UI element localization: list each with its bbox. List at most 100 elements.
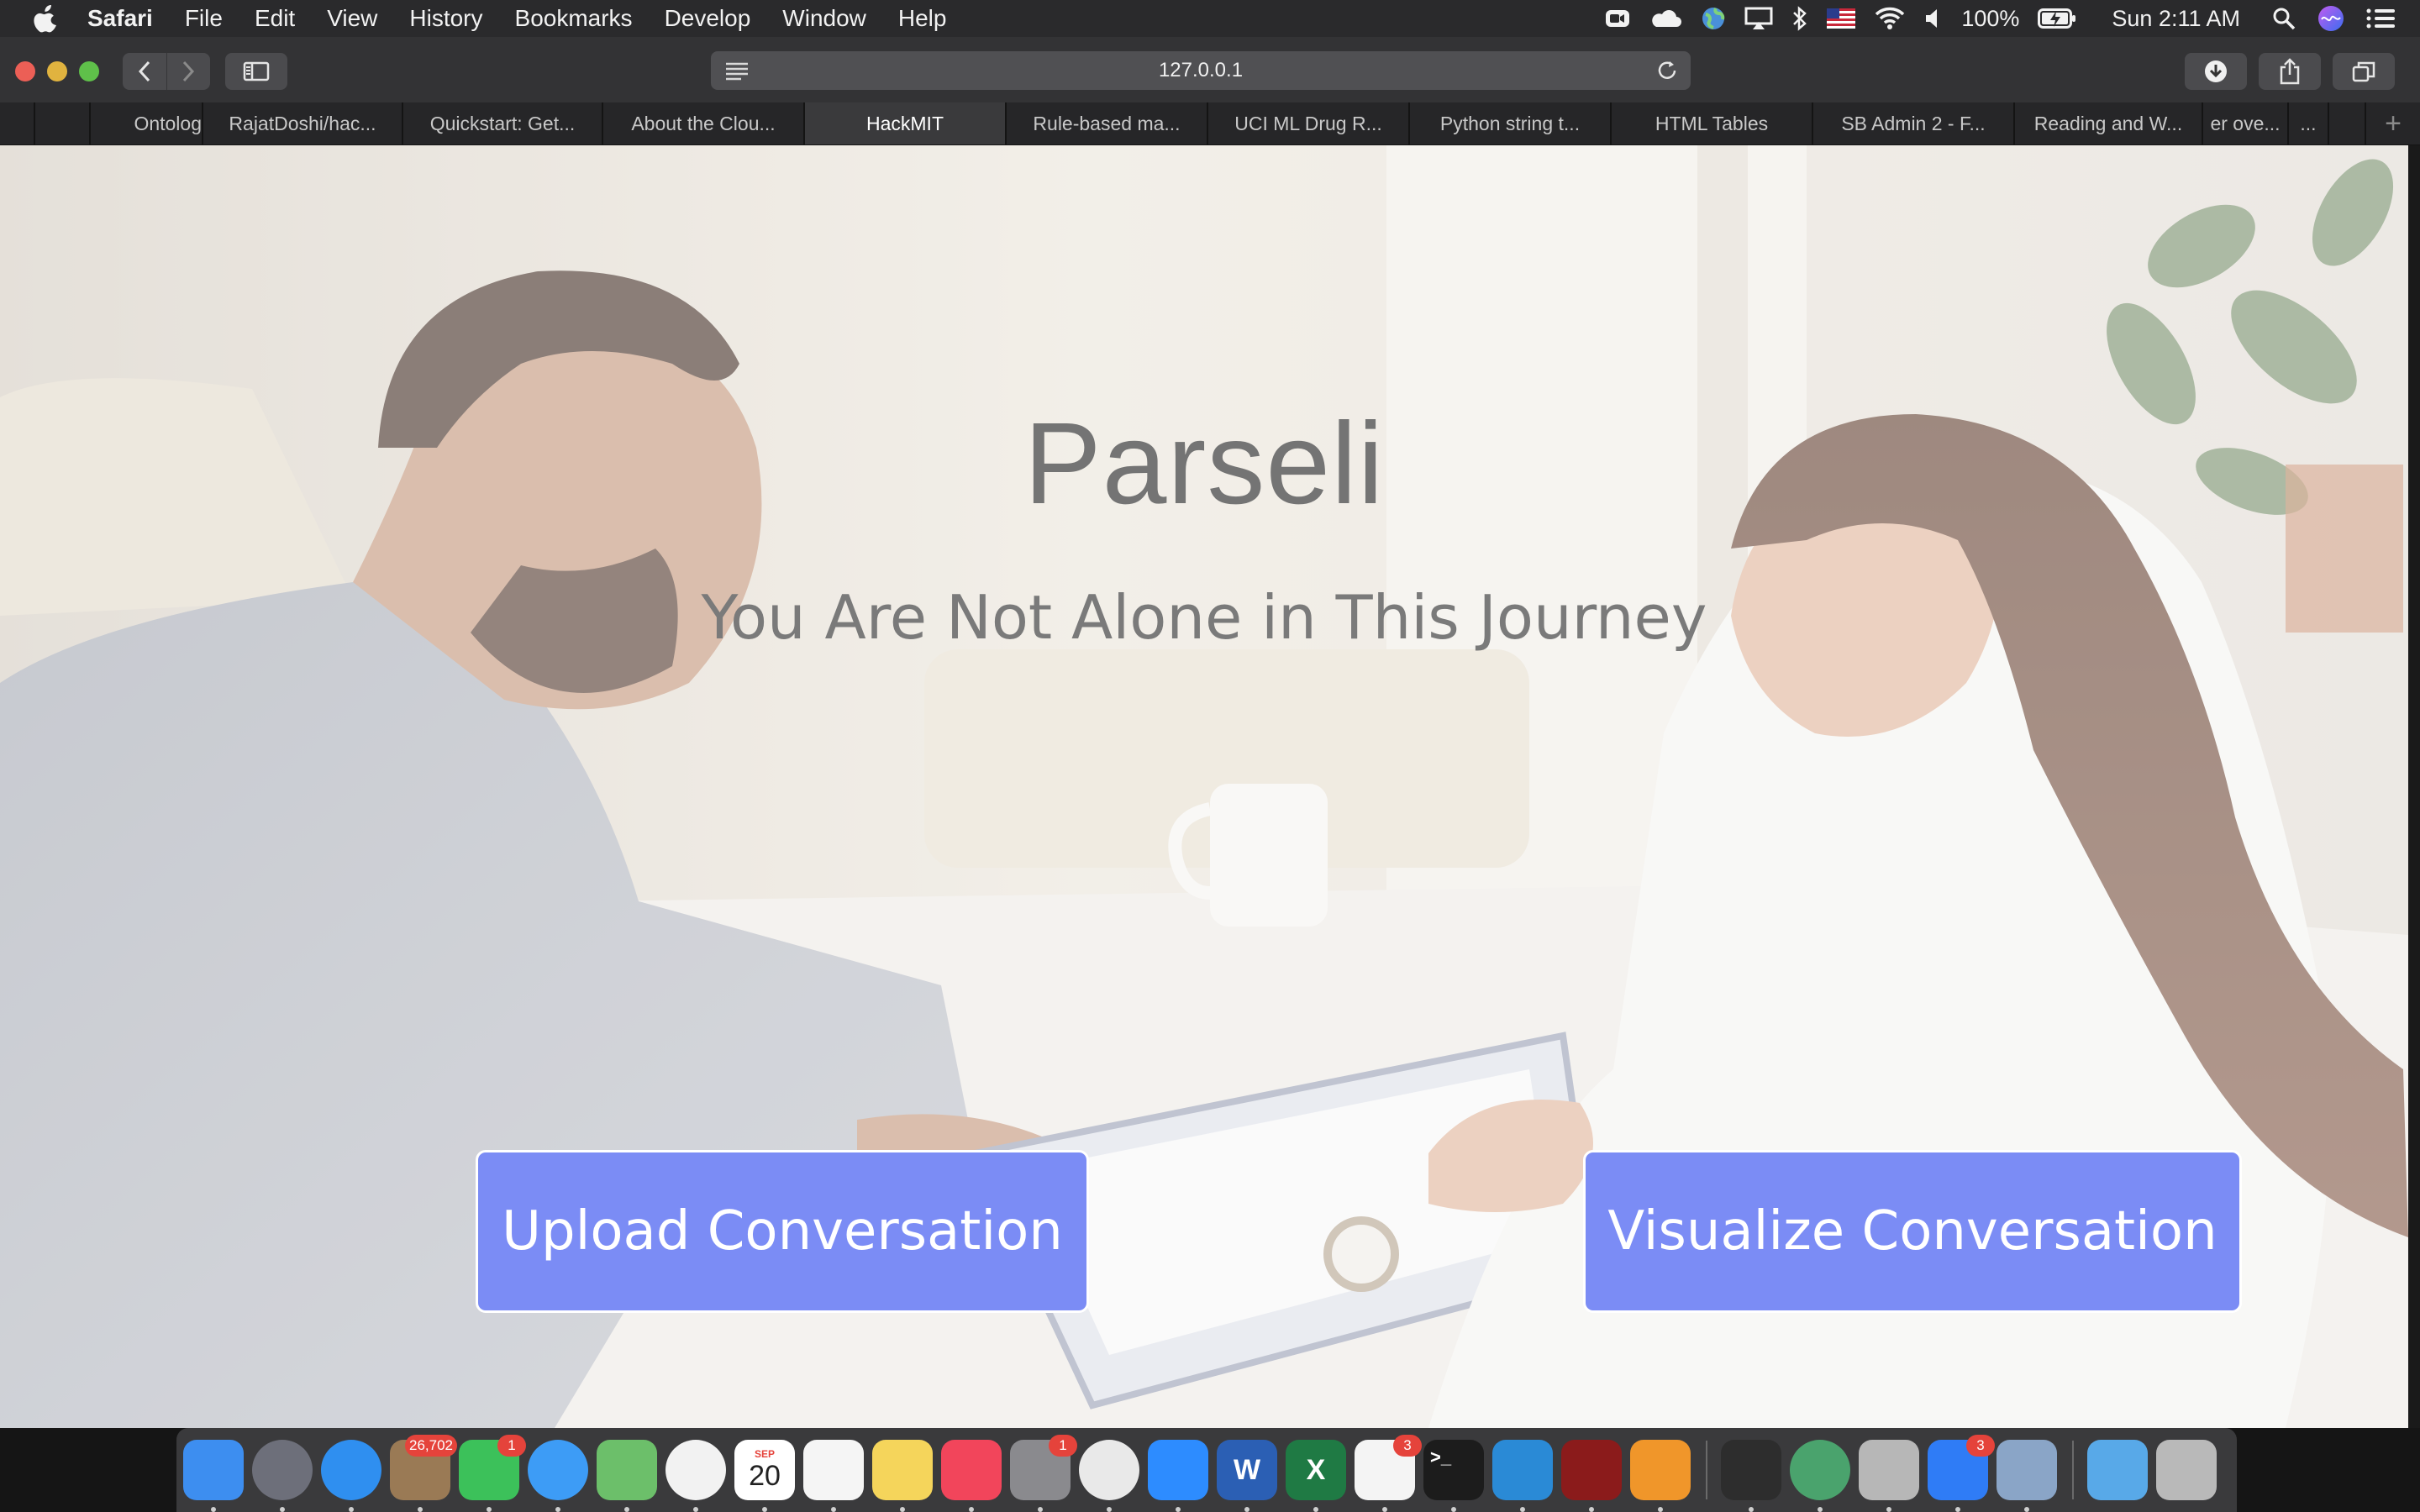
back-button[interactable] (123, 53, 166, 90)
dock-vscode-icon[interactable] (1492, 1440, 1553, 1512)
tab-quickstart[interactable]: Quickstart: Get... (403, 102, 603, 144)
menu-bookmarks[interactable]: Bookmarks (515, 5, 633, 32)
vpn-globe-icon[interactable] (1701, 6, 1726, 31)
tab-uci-ml-drug[interactable]: UCI ML Drug R... (1208, 102, 1410, 144)
address-bar[interactable]: 127.0.0.1 (711, 51, 1691, 90)
dock-finder-icon[interactable] (183, 1440, 244, 1512)
dock-activity-app-icon[interactable] (1561, 1440, 1622, 1512)
dock-messenger-icon[interactable]: 3 (1928, 1435, 1995, 1512)
tab-about-cloud[interactable]: About the Clou... (603, 102, 805, 144)
siri-icon[interactable] (2317, 5, 2344, 32)
tab-ontology[interactable]: Ontolog (91, 102, 203, 144)
spotlight-search-icon[interactable] (2272, 7, 2296, 30)
reload-icon[interactable] (1655, 59, 1679, 82)
upload-conversation-button[interactable]: Upload Conversation (476, 1150, 1089, 1313)
maps-glyph (597, 1440, 657, 1500)
downloads-button[interactable] (2185, 53, 2247, 90)
battery-percentage[interactable]: 100% (1961, 6, 2019, 32)
dock-word-icon[interactable]: W (1217, 1440, 1277, 1512)
finder-glyph (183, 1440, 244, 1500)
forward-button[interactable] (166, 53, 210, 90)
reader-view-icon[interactable] (724, 60, 750, 81)
dock-preview-icon[interactable] (1996, 1440, 2057, 1512)
sidebar-toggle-button[interactable] (225, 53, 287, 90)
calendar-date: SEP 20 (734, 1440, 795, 1500)
menu-window[interactable]: Window (782, 5, 866, 32)
menu-develop[interactable]: Develop (665, 5, 751, 32)
icloud-icon[interactable] (1649, 8, 1682, 29)
dock-safari-icon[interactable] (321, 1440, 381, 1512)
vscode-glyph (1492, 1440, 1553, 1500)
dock-zoom-icon[interactable] (1148, 1440, 1208, 1512)
menu-file[interactable]: File (185, 5, 223, 32)
chevron-right-icon (183, 60, 195, 82)
volume-icon[interactable] (1924, 8, 1943, 29)
dock-system-preferences-icon[interactable]: 1 (1010, 1435, 1077, 1512)
menu-bar: Safari File Edit View History Bookmarks … (0, 0, 2420, 37)
dock-slack-icon[interactable]: 3 (1355, 1435, 1422, 1512)
menu-history[interactable]: History (409, 5, 482, 32)
menubar-clock[interactable]: Sun 2:11 AM (2112, 6, 2240, 32)
wifi-icon[interactable] (1874, 7, 1906, 30)
dock-reminders-icon[interactable] (803, 1440, 864, 1512)
tab-rule-based[interactable]: Rule-based ma... (1007, 102, 1208, 144)
dock-music-icon[interactable] (941, 1440, 1002, 1512)
tab-hackmit[interactable]: HackMIT (805, 102, 1007, 144)
dock-activity-monitor-icon[interactable] (1721, 1440, 1781, 1512)
safari-glyph (321, 1440, 381, 1500)
dock-network-app-icon[interactable] (1790, 1440, 1850, 1512)
us-flag-icon[interactable] (1827, 8, 1856, 29)
dock-facetime-icon[interactable]: 1 (459, 1435, 526, 1512)
dock-excel-icon[interactable]: X (1286, 1440, 1346, 1512)
window-close-button[interactable] (15, 61, 35, 81)
dock-terminal-icon[interactable]: >_ (1423, 1440, 1484, 1512)
menu-app-safari[interactable]: Safari (87, 5, 153, 32)
dock-app-letter: X (1306, 1453, 1326, 1486)
dock-downloads-folder-icon[interactable] (2087, 1440, 2148, 1500)
new-tab-plus-icon[interactable]: + (2365, 102, 2420, 144)
tab-overview-button[interactable] (2333, 53, 2395, 90)
tab-pinned-1[interactable] (0, 102, 35, 144)
notification-center-icon[interactable] (2366, 8, 2395, 29)
window-minimize-button[interactable] (47, 61, 67, 81)
running-indicator (1382, 1507, 1387, 1512)
tab-sb-admin[interactable]: SB Admin 2 - F... (1813, 102, 2015, 144)
tab-overflow-2[interactable]: ... (2289, 102, 2329, 144)
visualize-conversation-button[interactable]: Visualize Conversation (1583, 1150, 2242, 1313)
window-fullscreen-button[interactable] (79, 61, 99, 81)
tab-html-tables[interactable]: HTML Tables (1612, 102, 1813, 144)
dock-trash-icon[interactable] (2156, 1440, 2217, 1500)
airplay-icon[interactable] (1744, 7, 1773, 30)
dock-mail-icon[interactable]: 26,702 (390, 1435, 457, 1512)
battery-charging-icon[interactable] (2038, 8, 2076, 29)
dock-messages-icon[interactable] (528, 1440, 588, 1512)
downloads-folder-glyph (2087, 1440, 2148, 1500)
dock-photos-icon[interactable] (666, 1440, 726, 1512)
menu-view[interactable]: View (327, 5, 377, 32)
calendar-day: 20 (749, 1459, 781, 1492)
messages-glyph (528, 1440, 588, 1500)
dock-sublime-text-icon[interactable] (1630, 1440, 1691, 1512)
browser-toolbar: 127.0.0.1 (0, 37, 2420, 103)
tab-rajatdoshi[interactable]: RajatDoshi/hac... (203, 102, 403, 144)
running-indicator (418, 1507, 423, 1512)
dock-calendar-icon[interactable]: SEP 20 (734, 1440, 795, 1512)
tab-python-string[interactable]: Python string t... (1410, 102, 1612, 144)
dock-keychain-access-icon[interactable] (1859, 1440, 1919, 1512)
zoom-glyph (1148, 1440, 1208, 1500)
tab-pinned-2[interactable] (35, 102, 91, 144)
dock-divider (1706, 1441, 1707, 1499)
dock-notes-icon[interactable] (872, 1440, 933, 1512)
zoom-status-icon[interactable] (1605, 8, 1630, 29)
menu-edit[interactable]: Edit (255, 5, 295, 32)
dock-chrome-icon[interactable] (1079, 1440, 1139, 1512)
dock-launchpad-icon[interactable] (252, 1440, 313, 1512)
apple-logo-icon[interactable] (34, 4, 59, 33)
tab-reading-writing[interactable]: Reading and W... (2015, 102, 2203, 144)
share-button[interactable] (2259, 53, 2321, 90)
bluetooth-icon[interactable] (1791, 6, 1808, 31)
menu-help[interactable]: Help (898, 5, 947, 32)
hero-subtitle: You Are Not Alone in This Journey (701, 582, 1707, 653)
tab-overflow-1[interactable]: er ove... (2203, 102, 2289, 144)
dock-maps-icon[interactable] (597, 1440, 657, 1512)
